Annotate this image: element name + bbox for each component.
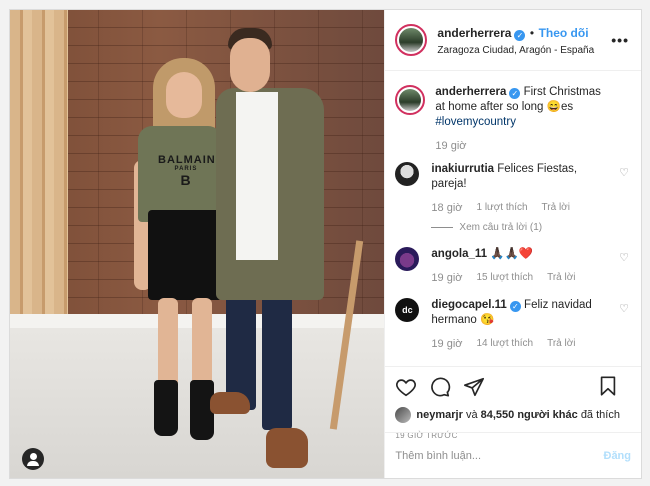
post-sidebar: anderherrera ✓ • Theo dõi Zaragoza Ciudad… [384,10,641,478]
comment-item: angola_11 🙏🏿🙏🏿❤️ 19 giờ 15 lượt thích Tr… [395,247,631,284]
post-modal: BALMAIN PARIS B anderherrera ✓ • Theo dõ… [9,9,642,479]
comment-time[interactable]: 18 giờ [431,202,462,214]
reply-button[interactable]: Trả lời [547,272,575,284]
reply-button[interactable]: Trả lời [547,338,575,350]
comment-username[interactable]: diegocapel.11 [431,299,506,311]
comment-text: diegocapel.11 ✓ Feliz navidad hermano 😘 [431,298,609,328]
replies-line [431,227,454,228]
tagged-users-icon[interactable] [22,448,44,470]
man-shoe [210,392,250,414]
post-actions: neymarjr và 84,550 người khác đã thích 1… [385,366,641,440]
woman-leg [192,298,212,390]
man-face [230,38,270,92]
woman-leg [158,298,178,390]
location-link[interactable]: Zaragoza Ciudad, Aragón - España [437,45,594,56]
caption-text: anderherrera ✓ First Christmas at home af… [435,85,613,130]
comment-meta: 18 giờ 1 lượt thích Trả lời [431,202,609,214]
comment-username[interactable]: angola_11 [431,248,487,260]
post-header: anderherrera ✓ • Theo dõi Zaragoza Ciudad… [385,10,641,71]
comment-input[interactable]: Thêm bình luận... [395,450,481,462]
comment-item: dc diegocapel.11 ✓ Feliz navidad hermano … [395,298,631,350]
bookmark-icon[interactable] [597,375,619,397]
caption-avatar[interactable] [395,85,426,115]
verified-badge-icon: ✓ [509,88,521,99]
likes-suffix: đã thích [580,409,620,421]
comment-text: inakiurrutia Felices Fiestas, pareja! [431,162,609,192]
comment-meta: 19 giờ 14 lượt thích Trả lời [431,338,609,350]
comment-username[interactable]: inakiurrutia [431,163,494,175]
comment-time[interactable]: 19 giờ [431,338,462,350]
caption-time[interactable]: 19 giờ [435,140,466,152]
verified-badge-icon: ✓ [514,30,526,41]
caption-meta: 19 giờ [435,140,613,152]
comment-likes[interactable]: 15 lượt thích [476,272,533,284]
separator-dot: • [529,26,535,40]
man-shirt [236,92,278,260]
view-replies-button[interactable]: Xem câu trả lời (1) [431,222,631,233]
comment-avatar[interactable] [395,247,420,271]
caption-username[interactable]: anderherrera [435,86,506,98]
comment-item: inakiurrutia Felices Fiestas, pareja! 18… [395,162,631,214]
header-meta: anderherrera ✓ • Theo dõi Zaragoza Ciudad… [437,24,594,56]
likes-count[interactable]: 84,550 người khác [481,409,578,421]
like-comment-heart-icon[interactable]: ♡ [619,302,629,315]
more-options-icon[interactable]: ••• [611,32,629,48]
comments-list[interactable]: anderherrera ✓ First Christmas at home af… [385,71,641,366]
comment-body: 🙏🏿🙏🏿❤️ [490,248,534,260]
shirt-print: BALMAIN PARIS B [158,154,216,188]
comment-likes[interactable]: 1 lượt thích [476,202,527,214]
woman-face [166,72,202,118]
shirt-text-logo: B [180,172,192,188]
author-username[interactable]: anderherrera [437,26,511,40]
shirt-text-brand: BALMAIN [158,154,216,166]
comment-likes[interactable]: 14 lượt thích [476,338,533,350]
like-comment-heart-icon[interactable]: ♡ [619,251,629,264]
view-replies-label: Xem câu trả lời (1) [459,222,543,233]
verified-badge-icon: ✓ [509,301,521,312]
woman-skirt [148,210,222,300]
follow-button[interactable]: Theo dõi [539,26,589,40]
liker-username[interactable]: neymarjr [416,409,462,421]
post-comment-button[interactable]: Đăng [604,450,632,462]
post-photo[interactable]: BALMAIN PARIS B [10,10,385,478]
hashtag-link[interactable]: #lovemycountry [435,116,516,128]
wood-panel [10,10,68,360]
share-plane-icon[interactable] [463,376,485,398]
add-comment-bar: Thêm bình luận... Đăng [385,432,641,478]
caption: anderherrera ✓ First Christmas at home af… [395,85,631,152]
man-shoe [266,428,308,468]
comment-time[interactable]: 19 giờ [431,272,462,284]
comment-avatar[interactable]: dc [395,298,420,322]
likes-summary[interactable]: neymarjr và 84,550 người khác đã thích [395,407,631,423]
like-comment-heart-icon[interactable]: ♡ [619,166,629,179]
author-avatar[interactable] [395,24,428,56]
action-icons [395,375,631,399]
comment-bubble-icon[interactable] [429,376,451,398]
reply-button[interactable]: Trả lời [542,202,570,214]
comment-avatar[interactable] [395,162,420,186]
comment-text: angola_11 🙏🏿🙏🏿❤️ [431,247,609,262]
comment-meta: 19 giờ 15 lượt thích Trả lời [431,272,609,284]
likes-connector: và [465,409,478,421]
woman-boot [154,380,178,436]
like-heart-icon[interactable] [395,376,417,398]
liker-avatar [395,407,412,423]
